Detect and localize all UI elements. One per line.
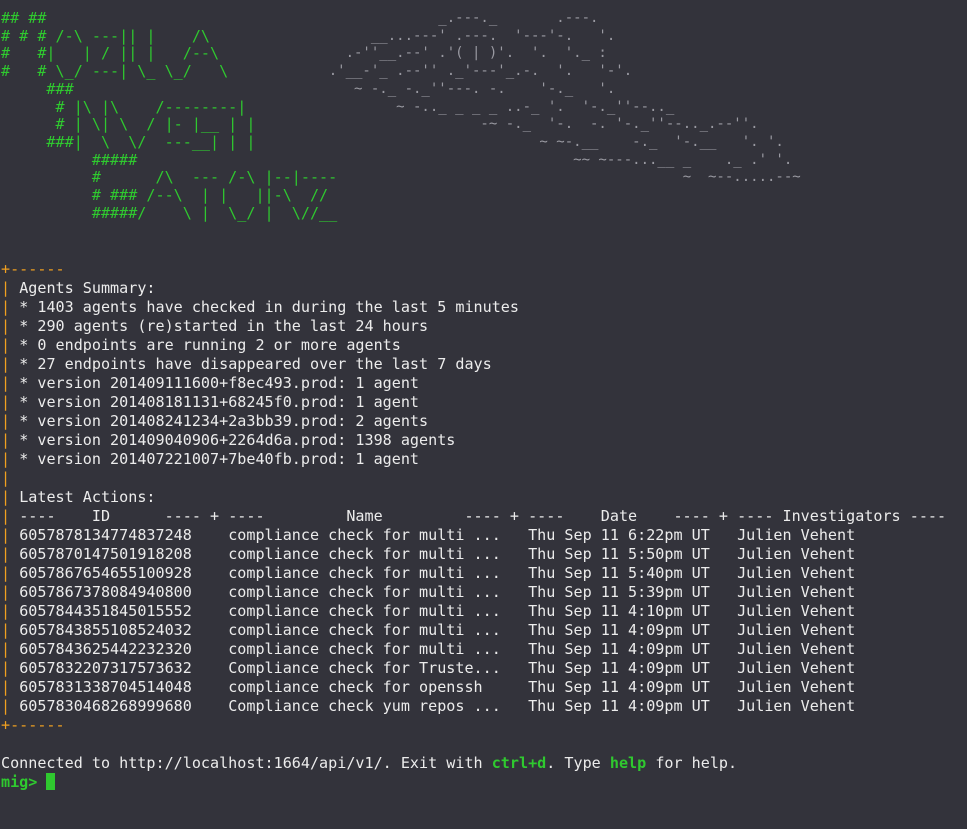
action-name-cell: compliance check for multi ... <box>228 564 501 582</box>
action-date-cell: Thu Sep 11 4:09pm UT <box>528 640 710 658</box>
table-row: | 6057831338704514048 compliance check fo… <box>1 678 856 696</box>
action-investigator-cell: Julien Vehent <box>737 583 856 601</box>
action-name-cell: compliance check for openssh <box>228 678 483 696</box>
agents-summary-list: | * 1403 agents have checked in during t… <box>1 298 966 469</box>
agents-summary-heading: | Agents Summary: <box>1 279 156 297</box>
connection-status-line: Connected to http://localhost:1664/api/v… <box>1 754 738 772</box>
action-id-cell: 6057843855108524032 <box>19 621 192 639</box>
command-prompt[interactable]: mig> <box>1 773 56 792</box>
table-row: | 6057870147501918208 compliance check fo… <box>1 545 856 563</box>
table-row: | 6057832207317573632 Compliance check fo… <box>1 659 856 677</box>
help-command: help <box>609 754 647 772</box>
action-name-cell: Compliance check yum repos ... <box>228 697 501 715</box>
action-name-cell: Compliance check for Truste... <box>228 659 501 677</box>
action-date-cell: Thu Sep 11 4:10pm UT <box>528 602 710 620</box>
action-id-cell: 6057831338704514048 <box>19 678 192 696</box>
action-investigator-cell: Julien Vehent <box>737 602 856 620</box>
action-investigator-cell: Julien Vehent <box>737 621 856 639</box>
action-date-cell: Thu Sep 11 4:09pm UT <box>528 659 710 677</box>
actions-table: | 6057878134774837248 compliance check fo… <box>1 526 966 716</box>
table-row: | 6057867654655100928 compliance check fo… <box>1 564 856 582</box>
action-investigator-cell: Julien Vehent <box>737 640 856 658</box>
action-name-cell: compliance check for multi ... <box>228 545 501 563</box>
summary-item: | * version 201408181131+68245f0.prod: 1… <box>1 393 420 411</box>
action-id-cell: 6057870147501918208 <box>19 545 192 563</box>
summary-item: | * version 201407221007+7be40fb.prod: 1… <box>1 450 420 468</box>
exit-shortcut: ctrl+d <box>491 754 547 772</box>
action-investigator-cell: Julien Vehent <box>737 697 856 715</box>
table-row: | 6057867378084940800 compliance check fo… <box>1 583 856 601</box>
table-row: | 6057844351845015552 compliance check fo… <box>1 602 856 620</box>
action-date-cell: Thu Sep 11 4:09pm UT <box>528 621 710 639</box>
action-name-cell: compliance check for multi ... <box>228 526 501 544</box>
summary-panel: +------ | Agents Summary: | * 1403 agent… <box>1 260 966 735</box>
action-name-cell: compliance check for multi ... <box>228 583 501 601</box>
action-id-cell: 6057867378084940800 <box>19 583 192 601</box>
terminal-window[interactable]: ## ## # # # /-\ ---|| | /\ # #| | / || |… <box>0 0 967 829</box>
action-id-cell: 6057843625442232320 <box>19 640 192 658</box>
action-investigator-cell: Julien Vehent <box>737 678 856 696</box>
summary-item: | * version 201409111600+f8ec493.prod: 1… <box>1 374 420 392</box>
action-name-cell: compliance check for multi ... <box>228 640 501 658</box>
action-date-cell: Thu Sep 11 5:50pm UT <box>528 545 710 563</box>
action-date-cell: Thu Sep 11 6:22pm UT <box>528 526 710 544</box>
action-date-cell: Thu Sep 11 4:09pm UT <box>528 678 710 696</box>
action-id-cell: 6057867654655100928 <box>19 564 192 582</box>
table-row: | 6057843625442232320 compliance check fo… <box>1 640 856 658</box>
action-id-cell: 6057878134774837248 <box>19 526 192 544</box>
cloud-ascii-art: _.---._ .---. __...---' .---. '---'-. '.… <box>328 10 801 186</box>
summary-item: | * version 201409040906+2264d6a.prod: 1… <box>1 431 456 449</box>
action-date-cell: Thu Sep 11 5:40pm UT <box>528 564 710 582</box>
action-date-cell: Thu Sep 11 4:09pm UT <box>528 697 710 715</box>
summary-item: | * 290 agents (re)started in the last 2… <box>1 317 429 335</box>
summary-border-bottom: +------ <box>1 716 65 734</box>
summary-border-top: +------ <box>1 260 65 278</box>
action-name-cell: compliance check for multi ... <box>228 602 501 620</box>
summary-item: | * version 201408241234+2a3bb39.prod: 2… <box>1 412 429 430</box>
action-investigator-cell: Julien Vehent <box>737 564 856 582</box>
summary-item: | * 27 endpoints have disappeared over t… <box>1 355 492 373</box>
action-investigator-cell: Julien Vehent <box>737 526 856 544</box>
text-cursor[interactable] <box>46 773 56 790</box>
action-investigator-cell: Julien Vehent <box>737 659 856 677</box>
latest-actions-heading: | Latest Actions: <box>1 488 156 506</box>
prompt-label: mig> <box>1 773 47 791</box>
summary-item: | * 1403 agents have checked in during t… <box>1 298 519 316</box>
action-id-cell: 6057832207317573632 <box>19 659 192 677</box>
action-id-cell: 6057844351845015552 <box>19 602 192 620</box>
actions-table-header: | ---- ID ---- + ---- Name ---- + ---- D… <box>1 507 947 525</box>
action-name-cell: compliance check for multi ... <box>228 621 501 639</box>
table-row: | 6057830468268999680 Compliance check yu… <box>1 697 856 715</box>
table-row: | 6057843855108524032 compliance check fo… <box>1 621 856 639</box>
action-investigator-cell: Julien Vehent <box>737 545 856 563</box>
blank-divider: | <box>1 469 11 487</box>
action-date-cell: Thu Sep 11 5:39pm UT <box>528 583 710 601</box>
mig-logo-ascii-art: ## ## # # # /-\ ---|| | /\ # #| | / || |… <box>1 9 338 222</box>
summary-item: | * 0 endpoints are running 2 or more ag… <box>1 336 401 354</box>
table-row: | 6057878134774837248 compliance check fo… <box>1 526 856 544</box>
action-id-cell: 6057830468268999680 <box>19 697 192 715</box>
